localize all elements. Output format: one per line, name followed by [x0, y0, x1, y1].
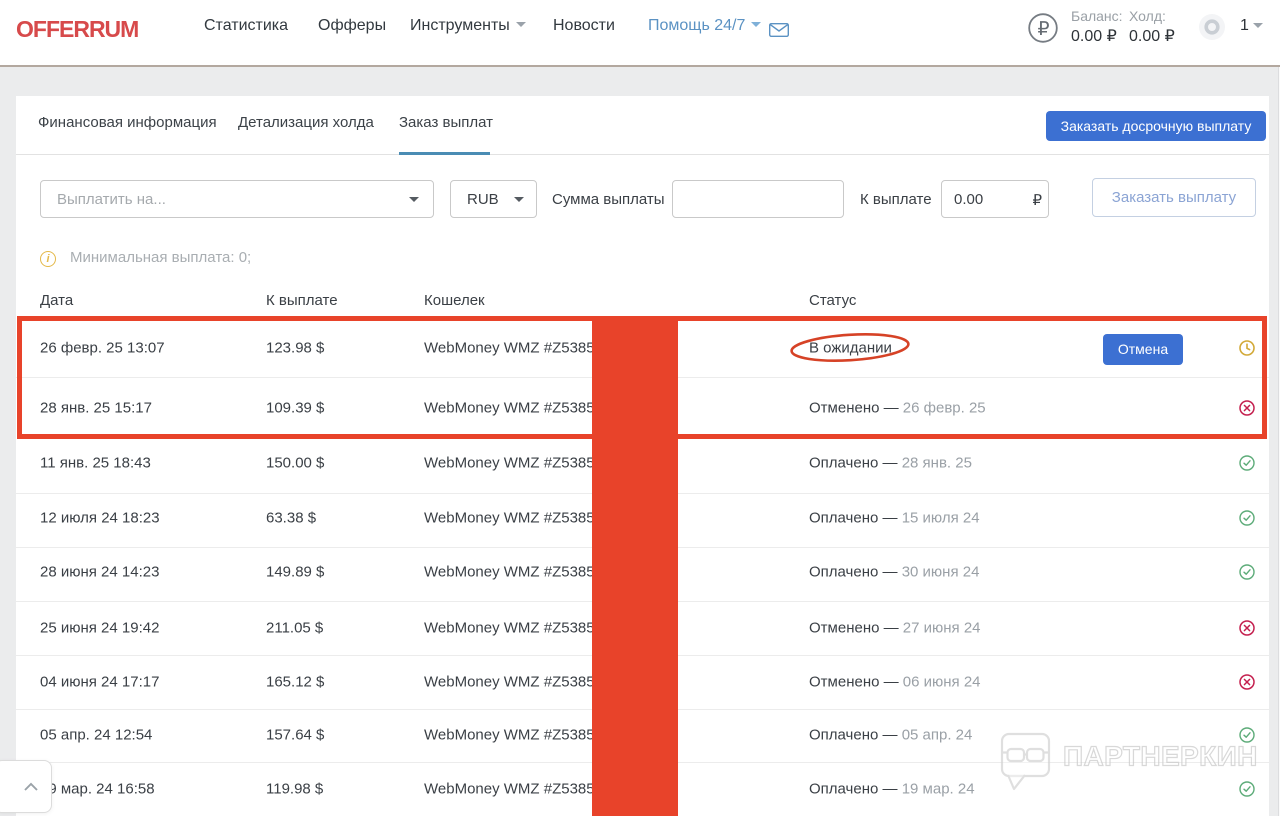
svg-text:₽: ₽	[1037, 19, 1049, 40]
svg-text:ПАРТНЕРКИН: ПАРТНЕРКИН	[1063, 741, 1258, 772]
